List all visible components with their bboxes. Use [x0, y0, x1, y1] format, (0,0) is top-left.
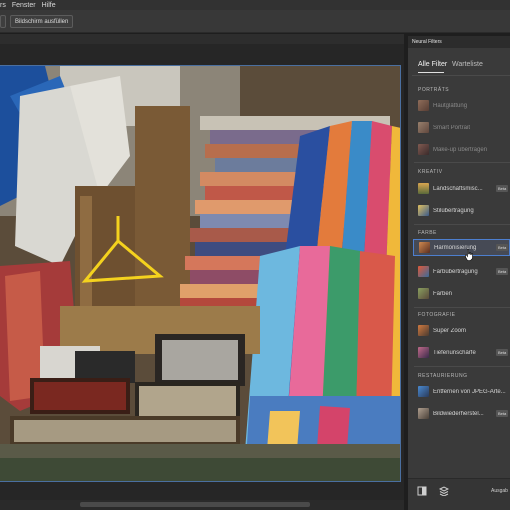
jpeg-artifact-thumbnail — [418, 386, 429, 397]
landscape-mixer-thumbnail — [418, 183, 429, 194]
filter-style-transfer[interactable]: Stilübertragung — [413, 202, 510, 219]
active-tab-indicator — [418, 72, 444, 73]
menu-item-partial[interactable]: rs — [0, 2, 6, 9]
color-transfer-thumbnail — [418, 266, 429, 277]
filter-label: Bildwiederherstel... — [433, 410, 484, 417]
filter-label: Hautglättung — [433, 102, 468, 109]
filter-smart-portrait[interactable]: Smart Portrait — [413, 119, 510, 136]
filter-label: Farbübertragung — [433, 268, 478, 275]
filter-label: Super Zoom — [433, 327, 467, 334]
filter-label: Stilübertragung — [433, 207, 474, 214]
beta-badge: Beta — [496, 185, 509, 192]
skin-smoothing-thumbnail — [418, 100, 429, 111]
beta-badge: Beta — [496, 349, 509, 356]
image-canvas[interactable] — [0, 65, 401, 482]
document-tab-strip — [0, 34, 404, 44]
section-portraits: PORTRÄTS — [418, 87, 450, 93]
filter-label: Landschaftsmisc... — [433, 185, 483, 192]
market-scene-image — [0, 66, 400, 481]
scrollbar-thumb[interactable] — [80, 502, 310, 507]
section-divider — [414, 224, 510, 225]
panel-title: Neural Filters — [412, 39, 442, 45]
smart-portrait-thumbnail — [418, 122, 429, 133]
fill-screen-button[interactable]: Bildschirm ausfüllen — [10, 15, 74, 28]
beta-badge: Beta — [496, 410, 509, 417]
filter-super-zoom[interactable]: Super Zoom — [413, 322, 510, 339]
tab-divider — [412, 75, 510, 76]
options-bar: Bildschirm ausfüllen — [0, 10, 510, 33]
filter-label: Entfernen von JPEG-Arte... — [433, 388, 506, 395]
tab-all-filters[interactable]: Alle Filter — [418, 61, 447, 68]
section-creative: KREATIV — [418, 169, 443, 175]
filter-label: Färben — [433, 290, 453, 297]
compare-layers-icon[interactable] — [417, 486, 427, 496]
menu-item-help[interactable]: Hilfe — [42, 2, 56, 9]
menu-item-window[interactable]: Fenster — [12, 2, 36, 9]
output-label: Ausgab — [491, 488, 508, 494]
depth-blur-thumbnail — [418, 347, 429, 358]
style-transfer-thumbnail — [418, 205, 429, 216]
makeup-transfer-thumbnail — [418, 144, 429, 155]
section-color: FARBE — [418, 230, 437, 236]
filter-skin-smoothing[interactable]: Hautglättung — [413, 97, 510, 114]
hand-pointer-cursor-icon — [465, 249, 473, 261]
colorize-thumbnail — [418, 288, 429, 299]
filter-jpeg-artifact-removal[interactable]: Entfernen von JPEG-Arte... — [413, 383, 510, 400]
filter-label: Make-up übertragen — [433, 146, 488, 153]
section-restoration: RESTAURIERUNG — [418, 373, 468, 379]
harmonization-thumbnail — [419, 242, 430, 253]
section-photography: FOTOGRAFIE — [418, 312, 456, 318]
beta-badge: Beta — [496, 244, 509, 251]
section-divider — [414, 162, 510, 163]
section-divider — [414, 366, 510, 367]
filter-label: Tiefenunschärfe — [433, 349, 476, 356]
horizontal-scrollbar[interactable] — [0, 500, 404, 510]
filter-label: Smart Portrait — [433, 124, 471, 131]
filter-makeup-transfer[interactable]: Make-up übertragen — [413, 141, 510, 158]
options-button-partial[interactable] — [0, 15, 6, 28]
photo-restoration-thumbnail — [418, 408, 429, 419]
super-zoom-thumbnail — [418, 325, 429, 336]
section-divider — [414, 307, 510, 308]
beta-badge: Beta — [496, 268, 509, 275]
filter-colorize[interactable]: Färben — [413, 285, 510, 302]
layers-icon[interactable] — [439, 486, 449, 496]
tab-waitlist[interactable]: Warteliste — [452, 61, 483, 68]
menu-bar: rs Fenster Hilfe — [0, 0, 510, 10]
